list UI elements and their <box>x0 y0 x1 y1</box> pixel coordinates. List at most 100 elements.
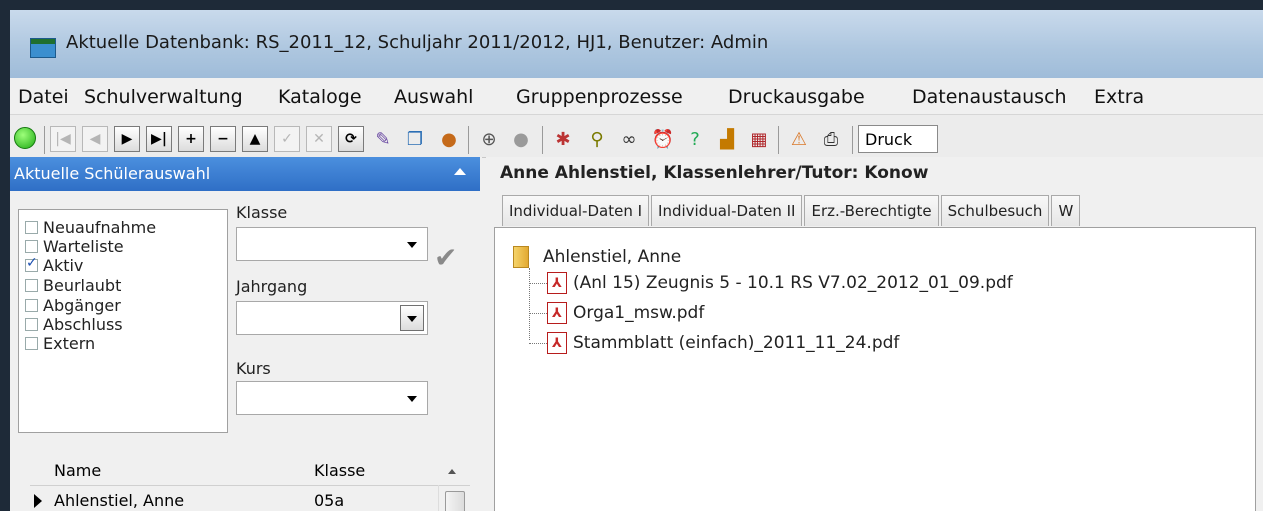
kurs-select[interactable] <box>236 381 428 415</box>
chevron-down-icon[interactable] <box>407 396 417 402</box>
checkbox-abschluss[interactable]: Abschluss <box>25 315 123 334</box>
checkbox-box[interactable] <box>25 221 38 234</box>
file-name: Stammblatt (einfach)_2011_11_24.pdf <box>573 333 900 353</box>
user-icon[interactable]: ● <box>436 126 462 152</box>
status-checklist: Neuaufnahme Warteliste Aktiv Beurlaubt A… <box>18 209 228 433</box>
binoculars-icon[interactable]: ∞ <box>616 126 642 152</box>
tree-connector <box>529 342 547 344</box>
tree-connector <box>529 282 547 284</box>
tab-more[interactable]: W <box>1051 195 1081 226</box>
tab-erz-berechtigte[interactable]: Erz.-Berechtigte <box>804 195 939 226</box>
student-list-scrollbar[interactable] <box>438 485 469 511</box>
checkbox-box[interactable] <box>25 255 38 272</box>
menu-bar: Datei Schulverwaltung Kataloge Auswahl G… <box>10 78 1263 114</box>
key-icon[interactable]: ✎ <box>370 126 396 152</box>
menu-datenaustausch[interactable]: Datenaustausch <box>912 86 1067 108</box>
student-list-header: Name Klasse <box>30 457 470 486</box>
next-record-icon[interactable]: ▶ <box>114 126 140 152</box>
student-detail-panel: Anne Ahlenstiel, Klassenlehrer/Tutor: Ko… <box>486 157 1263 511</box>
last-record-icon[interactable]: ▶| <box>146 126 172 152</box>
tools-icon[interactable]: ✱ <box>550 126 576 152</box>
checkbox-extern[interactable]: Extern <box>25 334 95 353</box>
checkbox-box[interactable] <box>25 279 38 292</box>
selection-panel-header[interactable]: Aktuelle Schülerauswahl <box>10 157 480 191</box>
first-record-icon[interactable]: |◀ <box>50 126 76 152</box>
window-title: Aktuelle Datenbank: RS_2011_12, Schuljah… <box>66 32 769 53</box>
post-edit-icon[interactable]: ✓ <box>274 126 300 152</box>
menu-kataloge[interactable]: Kataloge <box>278 86 362 108</box>
menu-auswahl[interactable]: Auswahl <box>394 86 473 108</box>
tree-file-item[interactable]: ⅄ Orga1_msw.pdf <box>529 302 704 324</box>
previous-record-icon[interactable]: ◀ <box>82 126 108 152</box>
chevron-down-icon[interactable] <box>407 242 417 248</box>
chevron-down-icon <box>407 316 417 322</box>
detail-tabs: Individual-Daten I Individual-Daten II E… <box>502 195 1082 226</box>
warning-icon[interactable]: ⚠ <box>786 126 812 152</box>
menu-extra[interactable]: Extra <box>1094 86 1144 108</box>
copy-icon[interactable]: ❐ <box>402 126 428 152</box>
statistics-icon[interactable]: ▟ <box>714 126 740 152</box>
user-inactive-icon[interactable]: ● <box>508 126 534 152</box>
student-heading: Anne Ahlenstiel, Klassenlehrer/Tutor: Ko… <box>500 163 929 183</box>
help-icon[interactable]: ? <box>682 126 708 152</box>
cancel-edit-icon[interactable]: ✕ <box>306 126 332 152</box>
checkbox-beurlaubt[interactable]: Beurlaubt <box>25 276 121 295</box>
checkbox-box[interactable] <box>25 240 38 253</box>
tree-file-item[interactable]: ⅄ Stammblatt (einfach)_2011_11_24.pdf <box>529 332 899 354</box>
menu-datei[interactable]: Datei <box>18 86 69 108</box>
checkbox-label: Warteliste <box>43 237 124 256</box>
column-header-klasse[interactable]: Klasse <box>314 461 365 480</box>
student-klasse-cell[interactable]: 05a <box>314 491 344 510</box>
printer-icon[interactable]: ⎙ <box>818 126 844 152</box>
column-header-name[interactable]: Name <box>54 461 101 480</box>
jahrgang-select[interactable] <box>236 301 428 335</box>
student-name-cell[interactable]: Ahlenstiel, Anne <box>54 491 184 510</box>
checkbox-neuaufnahme[interactable]: Neuaufnahme <box>25 218 156 237</box>
application-window: Aktuelle Datenbank: RS_2011_12, Schuljah… <box>10 10 1263 511</box>
tab-individual-daten-2[interactable]: Individual-Daten II <box>651 195 803 226</box>
alarm-clock-icon[interactable]: ⏰ <box>650 126 676 152</box>
toolbar-separator <box>542 126 543 154</box>
collapse-icon[interactable] <box>454 168 466 175</box>
klasse-select[interactable] <box>236 227 428 261</box>
toolbar-separator <box>44 126 45 154</box>
tab-schulbesuch[interactable]: Schulbesuch <box>940 195 1050 226</box>
klasse-label: Klasse <box>236 203 288 222</box>
title-bar: Aktuelle Datenbank: RS_2011_12, Schuljah… <box>10 10 1263 78</box>
checkbox-box[interactable] <box>25 318 38 331</box>
pdf-file-icon: ⅄ <box>547 332 567 354</box>
menu-schulverwaltung[interactable]: Schulverwaltung <box>84 86 243 108</box>
jahrgang-label: Jahrgang <box>236 277 308 296</box>
refresh-icon[interactable]: ⟳ <box>338 126 364 152</box>
scrollbar-thumb[interactable] <box>445 491 465 511</box>
tab-individual-daten-1[interactable]: Individual-Daten I <box>502 195 650 226</box>
tree-connector <box>529 312 547 314</box>
apply-filter-check-icon[interactable]: ✔ <box>434 241 457 274</box>
add-record-icon[interactable]: + <box>178 126 204 152</box>
filter-icon[interactable]: ⚲ <box>584 126 610 152</box>
selection-panel-title: Aktuelle Schülerauswahl <box>14 164 211 183</box>
checkbox-box[interactable] <box>25 337 38 350</box>
menu-druckausgabe[interactable]: Druckausgabe <box>728 86 865 108</box>
lock-icon[interactable]: ⊕ <box>476 126 502 152</box>
calendar-icon[interactable]: ▦ <box>746 126 772 152</box>
delete-record-icon[interactable]: − <box>210 126 236 152</box>
checkbox-warteliste[interactable]: Warteliste <box>25 237 124 256</box>
tree-root-folder[interactable]: Ahlenstiel, Anne <box>513 246 681 268</box>
print-report-combo[interactable]: Druck <box>858 125 938 153</box>
edit-record-icon[interactable]: ▲ <box>242 126 268 152</box>
checkbox-aktiv[interactable]: Aktiv <box>25 255 83 275</box>
pdf-file-icon: ⅄ <box>547 302 567 324</box>
checkbox-box[interactable] <box>25 299 38 312</box>
filter-area: Neuaufnahme Warteliste Aktiv Beurlaubt A… <box>10 195 480 447</box>
menu-gruppenprozesse[interactable]: Gruppenprozesse <box>516 86 683 108</box>
table-row[interactable]: Ahlenstiel, Anne 05a <box>30 489 430 511</box>
kurs-label: Kurs <box>236 359 271 378</box>
checkbox-label: Neuaufnahme <box>43 218 157 237</box>
tree-file-item[interactable]: ⅄ (Anl 15) Zeugnis 5 - 10.1 RS V7.02_201… <box>529 272 1013 294</box>
online-status-icon <box>14 127 36 149</box>
dropdown-button[interactable] <box>400 305 424 331</box>
checkbox-abgaenger[interactable]: Abgänger <box>25 296 121 315</box>
sort-ascending-icon[interactable] <box>448 469 456 474</box>
toolbar-separator <box>852 126 853 154</box>
